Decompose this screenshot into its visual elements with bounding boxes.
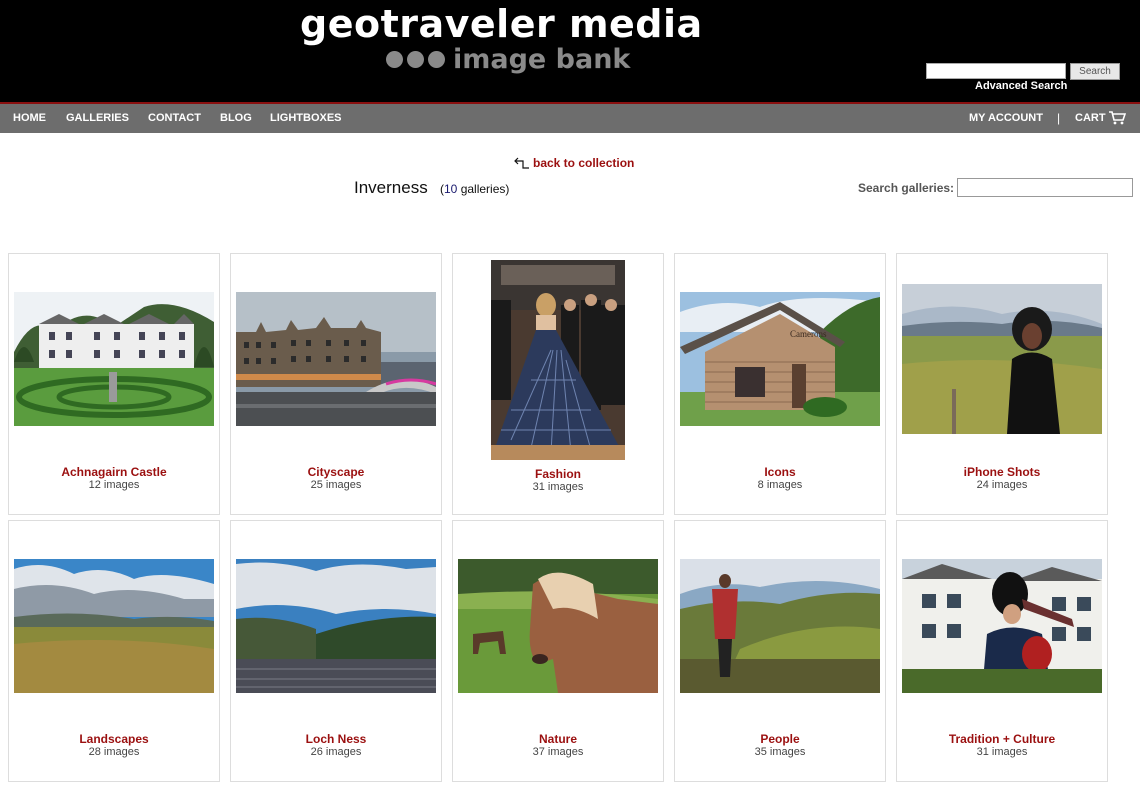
main-nav: HOME GALLERIES CONTACT BLOG LIGHTBOXES M… [0,102,1140,133]
nav-my-account[interactable]: MY ACCOUNT [969,112,1043,124]
nav-separator: | [1057,111,1061,125]
highlands-woman-photo-icon[interactable] [680,559,880,693]
gallery-title[interactable]: iPhone Shots [897,465,1107,479]
gallery-image-count: 35 images [754,746,806,758]
brand-subtitle: image bank [386,43,631,75]
gallery-card[interactable]: Loch Ness 26 images [230,520,442,782]
gallery-title[interactable]: Loch Ness [231,732,441,746]
moor-photo-icon[interactable] [14,559,214,693]
gallery-card[interactable]: Tradition + Culture 31 images [896,520,1108,782]
dots-icon [386,50,445,68]
castle-photo-icon[interactable] [14,292,214,426]
search-galleries-label: Search galleries: [858,181,955,195]
gallery-image-count: 26 images [310,746,362,758]
gallery-count: (10 galleries) [440,182,509,196]
count-rest: galleries) [460,182,510,196]
nav-contact[interactable]: CONTACT [148,112,201,124]
cabin-photo-icon[interactable]: Camerons [680,292,880,426]
gallery-image-count: 28 images [88,746,140,758]
brand-subtitle-text: image bank [453,43,631,75]
count-number: 10 [444,182,458,196]
gallery-card[interactable]: Fashion 31 images [452,253,664,515]
gallery-title[interactable]: Icons [675,465,885,479]
search-galleries-input[interactable] [957,178,1133,197]
site-header: geotraveler media image bank Search Adva… [0,0,1140,102]
header-search-button[interactable]: Search [1070,63,1120,80]
gallery-image-count: 31 images [532,481,584,493]
loch-photo-icon[interactable] [236,559,436,693]
gallery-title[interactable]: Fashion [453,467,663,481]
gallery-image-count: 37 images [532,746,584,758]
portrait-photo-icon[interactable] [902,284,1102,434]
svg-text:Camerons: Camerons [790,329,827,339]
back-to-collection-link[interactable]: back to collection [514,156,634,170]
gallery-card[interactable]: People 35 images [674,520,886,782]
gallery-image-count: 31 images [976,746,1028,758]
gallery-title[interactable]: Nature [453,732,663,746]
gallery-card[interactable]: Nature 37 images [452,520,664,782]
gallery-image-count: 25 images [310,479,362,491]
gallery-card[interactable]: Cityscape 25 images [230,253,442,515]
gallery-card[interactable]: Camerons Icons 8 images [674,253,886,515]
city-photo-icon[interactable] [236,292,436,426]
advanced-search-link[interactable]: Advanced Search [975,80,1067,92]
gallery-image-count: 12 images [88,479,140,491]
nav-home[interactable]: HOME [13,112,46,124]
page-title: Inverness [354,178,428,197]
gallery-title[interactable]: Tradition + Culture [897,732,1107,746]
gallery-card[interactable]: iPhone Shots 24 images [896,253,1108,515]
piper-photo-icon[interactable] [902,559,1102,693]
nav-blog[interactable]: BLOG [220,112,252,124]
back-arrow-icon [514,157,529,169]
gallery-card[interactable]: Achnagairn Castle 12 images [8,253,220,515]
gallery-title[interactable]: Landscapes [9,732,219,746]
back-link-text: back to collection [533,156,635,170]
nav-cart[interactable]: CART [1075,112,1106,124]
nav-galleries[interactable]: GALLERIES [66,112,129,124]
brand-logo[interactable]: geotraveler media [300,2,703,46]
cart-icon[interactable] [1108,111,1126,125]
gallery-title[interactable]: Cityscape [231,465,441,479]
gallery-title[interactable]: People [675,732,885,746]
gallery-card[interactable]: Landscapes 28 images [8,520,220,782]
gallery-title[interactable]: Achnagairn Castle [9,465,219,479]
header-search-input[interactable] [926,63,1066,79]
nav-lightboxes[interactable]: LIGHTBOXES [270,112,342,124]
gallery-image-count: 8 images [757,479,803,491]
pony-photo-icon[interactable] [458,559,658,693]
gallery-image-count: 24 images [976,479,1028,491]
fashion-photo-icon[interactable] [491,260,625,460]
